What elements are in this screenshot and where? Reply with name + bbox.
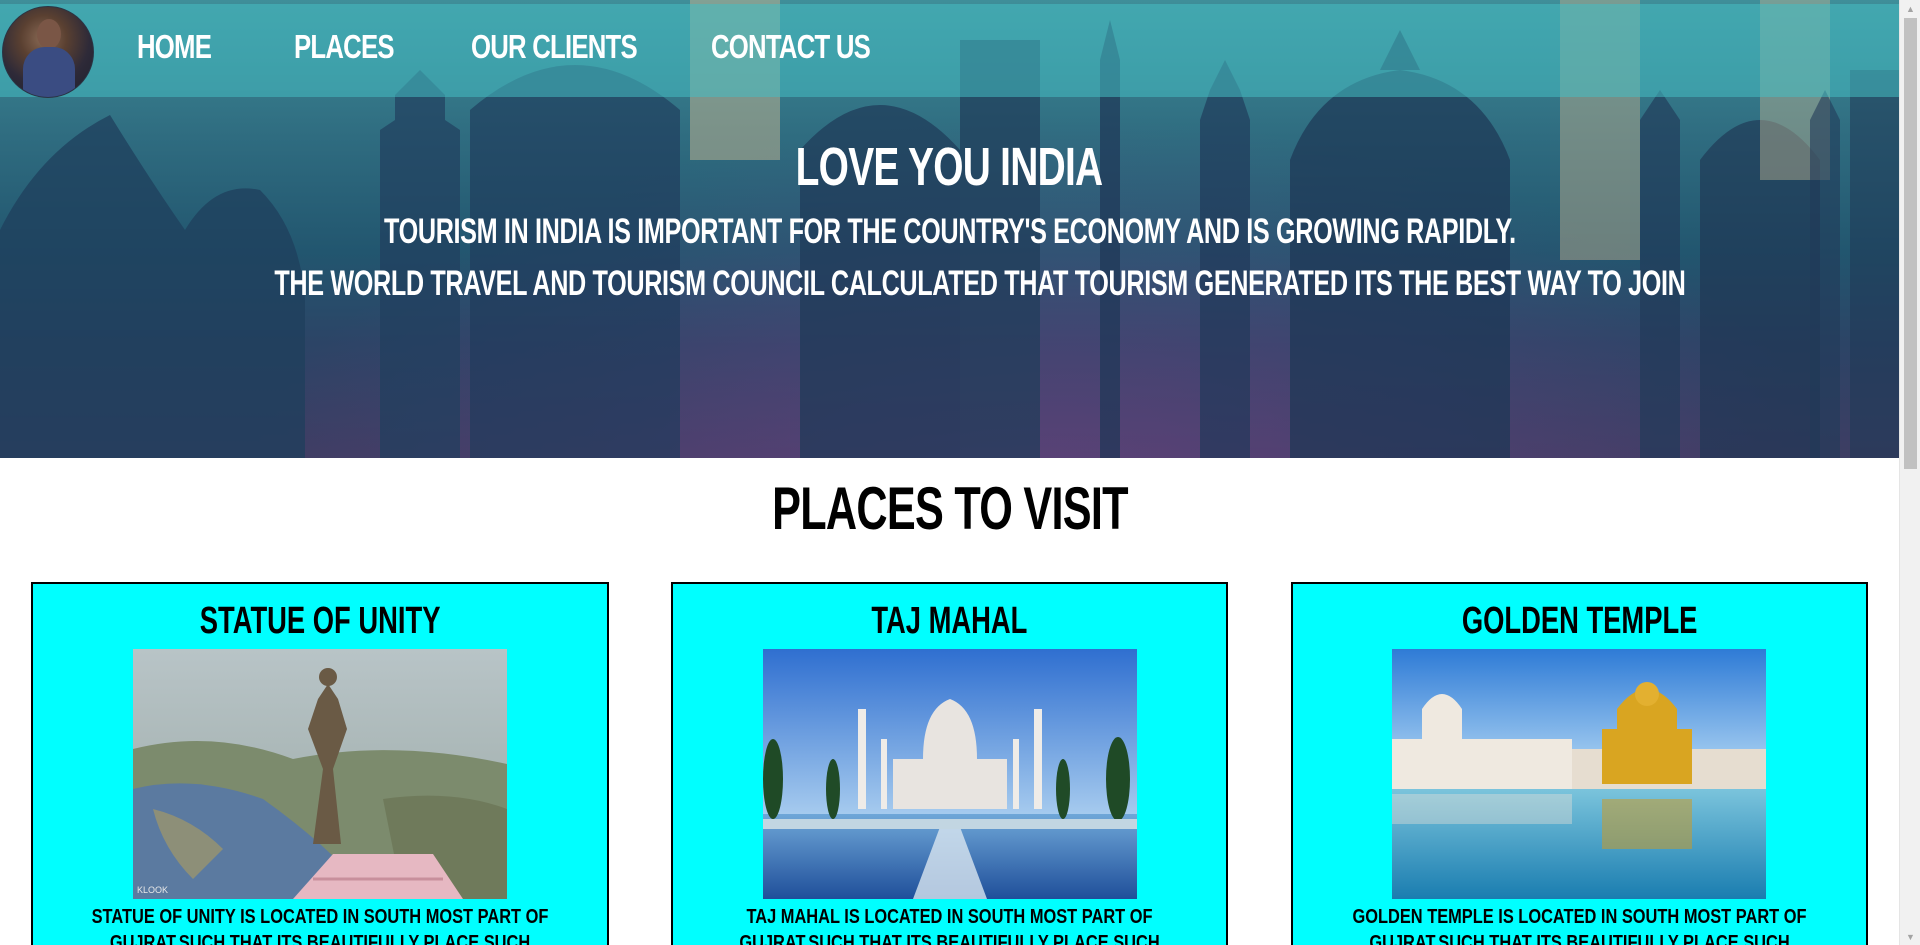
place-card-description: GOLDEN TEMPLE IS LOCATED IN SOUTH MOST P… — [1352, 906, 1807, 945]
nav-contact-us-link[interactable]: CONTACT US — [711, 28, 871, 66]
nav-our-clients-link[interactable]: OUR CLIENTS — [471, 28, 638, 66]
hero-title-text: LOVE YOU INDIA — [796, 137, 1103, 197]
golden-temple-photo — [1392, 649, 1766, 899]
page-scrollbar[interactable]: ▲ ▼ — [1899, 0, 1920, 945]
place-card-title-text: STATUE OF UNITY — [199, 600, 441, 642]
avatar-shirt — [23, 47, 75, 97]
nav-places[interactable]: PLACES — [294, 28, 422, 66]
place-card-title: STATUE OF UNITY — [33, 600, 607, 643]
hero-tagline-1-text: TOURISM IN INDIA IS IMPORTANT FOR THE CO… — [383, 212, 1516, 251]
hero-title: LOVE YOU INDIA — [0, 136, 1899, 198]
nav-places-link[interactable]: PLACES — [294, 28, 395, 66]
taj-mahal-photo — [763, 649, 1137, 899]
nav-home-link[interactable]: HOME — [137, 28, 212, 66]
avatar-head — [37, 19, 61, 49]
profile-avatar[interactable] — [2, 6, 94, 98]
place-card-title: TAJ MAHAL — [673, 600, 1226, 643]
place-card-description: STATUE OF UNITY IS LOCATED IN SOUTH MOST… — [91, 906, 549, 945]
scroll-up-arrow-icon[interactable]: ▲ — [1900, 0, 1920, 17]
nav-contact-us[interactable]: CONTACT US — [711, 28, 915, 66]
nav-our-clients[interactable]: OUR CLIENTS — [471, 28, 684, 66]
place-card-golden-temple[interactable]: GOLDEN TEMPLE GOLDEN TEMPLE IS LOCATED I… — [1291, 582, 1868, 945]
place-card-title-text: TAJ MAHAL — [871, 600, 1028, 642]
place-card-description: TAJ MAHAL IS LOCATED IN SOUTH MOST PART … — [739, 906, 1160, 945]
hero-tagline-2-text: THE WORLD TRAVEL AND TOURISM COUNCIL CAL… — [274, 264, 1686, 303]
hero-tagline-2: THE WORLD TRAVEL AND TOURISM COUNCIL CAL… — [0, 264, 1899, 304]
hero-tagline-1: TOURISM IN INDIA IS IMPORTANT FOR THE CO… — [0, 212, 1899, 252]
hero-banner: HOME PLACES OUR CLIENTS CONTACT US LOVE … — [0, 0, 1899, 458]
scroll-down-arrow-icon[interactable]: ▼ — [1900, 928, 1920, 945]
statue-of-unity-photo: KLOOK — [133, 649, 507, 899]
photo-watermark: KLOOK — [137, 885, 168, 895]
place-card-taj-mahal[interactable]: TAJ MAHAL TAJ MAHAL IS LOCATED IN SOUTH … — [671, 582, 1228, 945]
place-card-title: GOLDEN TEMPLE — [1293, 600, 1866, 643]
places-section-title: PLACES TO VISIT — [0, 474, 1899, 543]
top-navbar: HOME PLACES OUR CLIENTS CONTACT US — [0, 4, 1899, 98]
nav-home[interactable]: HOME — [137, 28, 232, 66]
place-card-title-text: GOLDEN TEMPLE — [1461, 600, 1698, 642]
places-section-title-text: PLACES TO VISIT — [771, 475, 1128, 542]
scrollbar-thumb[interactable] — [1904, 18, 1917, 469]
place-card-statue-of-unity[interactable]: STATUE OF UNITY KLOOK STATUE OF UNITY IS… — [31, 582, 609, 945]
